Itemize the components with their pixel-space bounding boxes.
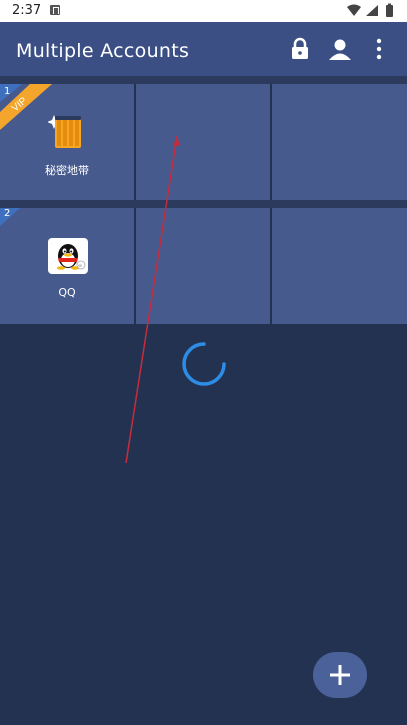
app-slot-secret-zone[interactable]: VIP 1 秘密地带 — [0, 84, 134, 200]
notification-icon — [50, 5, 60, 15]
app-label: QQ — [58, 286, 76, 299]
empty-slot[interactable] — [272, 84, 407, 200]
account-icon[interactable] — [327, 36, 353, 62]
app-slot-qq[interactable]: 2 ∞ QQ — [0, 208, 134, 324]
secret-zone-app-icon — [48, 115, 81, 148]
status-bar: 2:37 — [0, 0, 407, 22]
lock-icon[interactable] — [287, 36, 313, 62]
divider — [0, 76, 407, 84]
add-app-button[interactable] — [313, 652, 367, 698]
empty-slot[interactable] — [272, 208, 407, 324]
battery-icon — [386, 3, 393, 17]
qq-app-icon: ∞ — [48, 238, 88, 274]
status-time: 2:37 — [12, 3, 42, 18]
wifi-icon — [347, 4, 361, 16]
app-bar: Multiple Accounts — [0, 22, 407, 76]
gesture-trail-line — [125, 135, 180, 464]
app-row-2: 2 ∞ QQ — [0, 208, 407, 324]
slot-number: 1 — [4, 86, 11, 97]
more-options-icon[interactable] — [366, 36, 392, 62]
plus-icon — [330, 665, 350, 685]
app-title: Multiple Accounts — [16, 40, 190, 62]
signal-icon — [366, 5, 378, 16]
status-icons — [347, 3, 393, 17]
app-label: 秘密地带 — [45, 164, 89, 177]
slot-number: 2 — [4, 208, 11, 219]
app-row-1: VIP 1 秘密地带 — [0, 84, 407, 200]
svg-text:∞: ∞ — [78, 263, 82, 269]
divider — [0, 200, 407, 208]
